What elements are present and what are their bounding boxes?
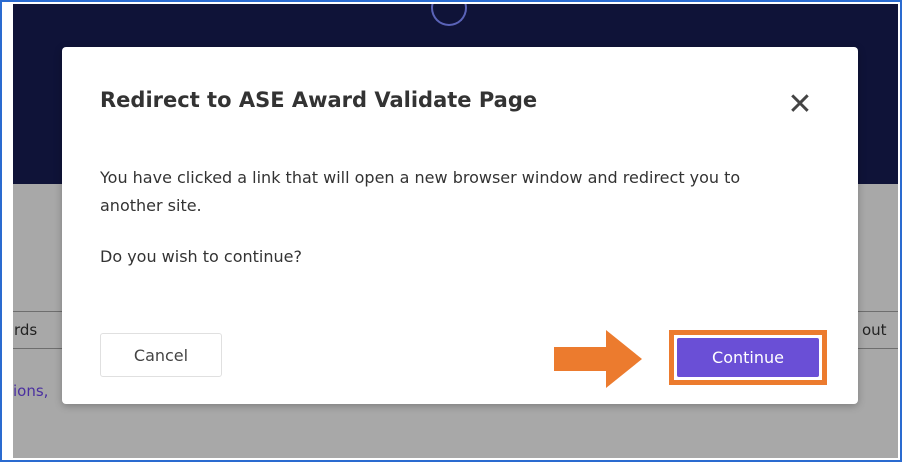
dialog-body: You have clicked a link that will open a… [100,164,800,271]
background-tab-right: out [853,311,898,349]
background-link-fragment: ions, [13,382,49,400]
dialog-title: Redirect to ASE Award Validate Page [100,88,538,112]
logo-partial-icon [431,4,467,26]
continue-button[interactable]: Continue [677,338,819,377]
annotation-arrow-icon [554,330,642,388]
close-icon[interactable]: ✕ [786,90,814,120]
annotation-highlight-box: Continue [669,330,827,385]
dialog-question: Do you wish to continue? [100,247,302,266]
cancel-button[interactable]: Cancel [100,333,222,377]
dialog-message: You have clicked a link that will open a… [100,168,741,215]
left-edge-strip [4,4,13,460]
